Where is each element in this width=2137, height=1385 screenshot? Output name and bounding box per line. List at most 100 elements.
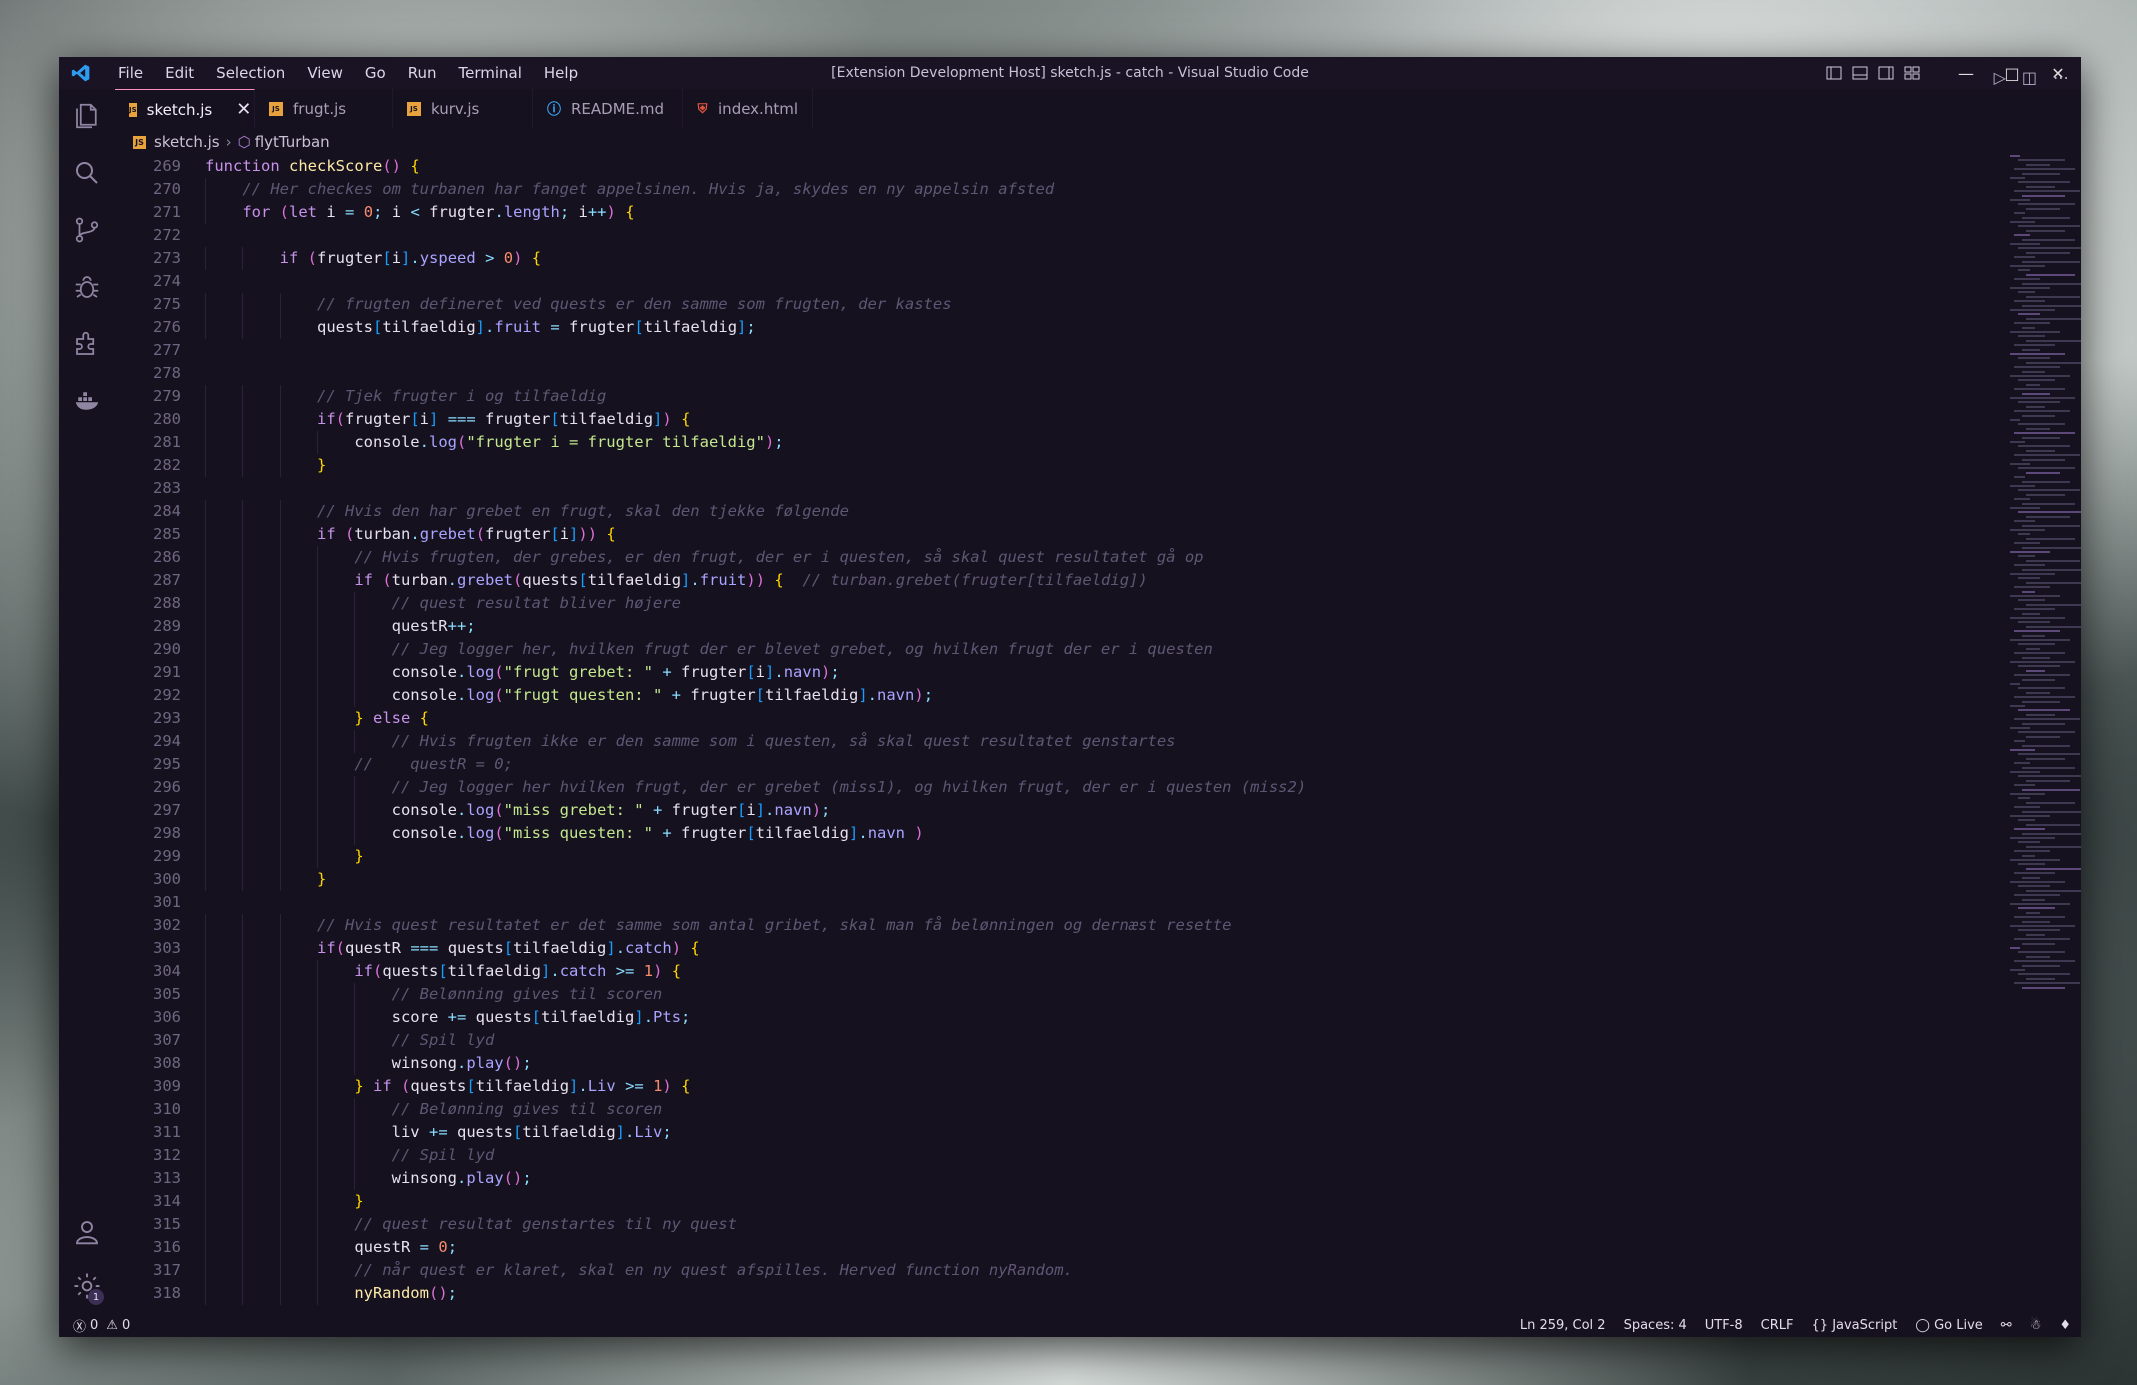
menu-file[interactable]: File: [107, 57, 154, 89]
code-line[interactable]: 310 // Belønning gives til scoren: [115, 1098, 662, 1121]
language-mode[interactable]: {} JavaScript: [1812, 1318, 1898, 1333]
indent-guide: [279, 431, 281, 454]
menu-help[interactable]: Help: [533, 57, 589, 89]
menu-view[interactable]: View: [296, 57, 354, 89]
go-live-button[interactable]: ◯ Go Live: [1915, 1318, 1982, 1333]
accounts-icon[interactable]: [59, 1205, 115, 1259]
code-line[interactable]: 305 // Belønning gives til scoren: [115, 983, 662, 1006]
code-line[interactable]: 297 console.log("miss grebet: " + frugte…: [115, 799, 830, 822]
split-editor-icon[interactable]: ◫: [2022, 68, 2037, 87]
code-line[interactable]: 304 if(quests[tilfaeldig].catch >= 1) {: [115, 960, 681, 983]
toggle-secondary-sidebar-icon[interactable]: [1873, 57, 1899, 89]
customize-layout-icon[interactable]: [1899, 57, 1925, 89]
code-line[interactable]: 296 // Jeg logger her hvilken frugt, der…: [115, 776, 1306, 799]
code-line[interactable]: 274: [115, 270, 205, 293]
code-line[interactable]: 311 liv += quests[tilfaeldig].Liv;: [115, 1121, 672, 1144]
minimap[interactable]: [2010, 155, 2081, 1035]
menu-selection[interactable]: Selection: [205, 57, 296, 89]
cursor-position[interactable]: Ln 259, Col 2: [1520, 1318, 1606, 1333]
code-line[interactable]: 303 if(questR === quests[tilfaeldig].cat…: [115, 937, 700, 960]
docker-icon[interactable]: [59, 374, 115, 428]
code-line[interactable]: 280 if(frugter[i] === frugter[tilfaeldig…: [115, 408, 690, 431]
tab-frugt-js[interactable]: JS frugt.js: [255, 89, 393, 129]
breadcrumb-symbol[interactable]: flytTurban: [255, 133, 330, 151]
code-line[interactable]: 275 // frugten defineret ved quests er d…: [115, 293, 952, 316]
code-line[interactable]: 302 // Hvis quest resultatet er det samm…: [115, 914, 1232, 937]
code-line[interactable]: 291 console.log("frugt grebet: " + frugt…: [115, 661, 840, 684]
code-line[interactable]: 315 // quest resultat genstartes til ny …: [115, 1213, 737, 1236]
problems-indicator[interactable]: Ⓧ 0 ⚠ 0: [59, 1316, 130, 1335]
menu-terminal[interactable]: Terminal: [448, 57, 533, 89]
code-line[interactable]: 277: [115, 339, 205, 362]
breadcrumb-file[interactable]: sketch.js: [154, 133, 220, 151]
code-editor[interactable]: 269 function checkScore() {270 // Her che…: [115, 155, 2010, 1313]
indent-guide: [242, 247, 244, 270]
code-line[interactable]: 308 winsong.play();: [115, 1052, 532, 1075]
menu-run[interactable]: Run: [397, 57, 448, 89]
code-line[interactable]: 295 // questR = 0;: [115, 753, 513, 776]
minimap-line: [2026, 933, 2045, 936]
code-line[interactable]: 270 // Her checkes om turbanen har fange…: [115, 178, 1054, 201]
code-line[interactable]: 309 } if (quests[tilfaeldig].Liv >= 1) {: [115, 1075, 690, 1098]
code-line[interactable]: 298 console.log("miss questen: " + frugt…: [115, 822, 924, 845]
code-line[interactable]: 273 if (frugter[i].yspeed > 0) {: [115, 247, 541, 270]
code-line[interactable]: 285 if (turban.grebet(frugter[i])) {: [115, 523, 616, 546]
code-line[interactable]: 318 nyRandom();: [115, 1282, 457, 1305]
code-line[interactable]: 286 // Hvis frugten, der grebes, er den …: [115, 546, 1204, 569]
code-line[interactable]: 293 } else {: [115, 707, 429, 730]
code-line[interactable]: 316 questR = 0;: [115, 1236, 457, 1259]
code-line[interactable]: 284 // Hvis den har grebet en frugt, ska…: [115, 500, 849, 523]
code-line[interactable]: 281 console.log("frugter i = frugter til…: [115, 431, 784, 454]
copilot-icon[interactable]: ⚯: [2001, 1318, 2012, 1333]
code-line[interactable]: 283: [115, 477, 205, 500]
toggle-panel-icon[interactable]: [1847, 57, 1873, 89]
indentation[interactable]: Spaces: 4: [1624, 1318, 1687, 1333]
code-line[interactable]: 292 console.log("frugt questen: " + frug…: [115, 684, 933, 707]
code-line[interactable]: 306 score += quests[tilfaeldig].Pts;: [115, 1006, 690, 1029]
settings-gear-icon[interactable]: 1: [59, 1259, 115, 1313]
source-control-icon[interactable]: [59, 203, 115, 257]
code-line[interactable]: 294 // Hvis frugten ikke er den samme so…: [115, 730, 1176, 753]
tab-index-html[interactable]: ⛨ index.html: [683, 89, 813, 129]
code-line[interactable]: 288 // quest resultat bliver højere: [115, 592, 681, 615]
code-line[interactable]: 299 }: [115, 845, 364, 868]
code-line[interactable]: 278: [115, 362, 205, 385]
toggle-primary-sidebar-icon[interactable]: [1821, 57, 1847, 89]
code-line[interactable]: 301: [115, 891, 205, 914]
code-line[interactable]: 269 function checkScore() {: [115, 155, 420, 178]
minimize-icon[interactable]: —: [1943, 57, 1989, 89]
close-tab-icon[interactable]: ✕: [236, 99, 251, 120]
menu-edit[interactable]: Edit: [154, 57, 205, 89]
code-line[interactable]: 300 }: [115, 868, 326, 891]
code-line[interactable]: 287 if (turban.grebet(quests[tilfaeldig]…: [115, 569, 1148, 592]
code-line[interactable]: 271 for (let i = 0; i < frugter.length; …: [115, 201, 635, 224]
tab-readme-md[interactable]: ⓘ README.md: [533, 89, 683, 129]
extensions-icon[interactable]: [59, 317, 115, 371]
debug-icon[interactable]: [59, 260, 115, 314]
explorer-files-icon[interactable]: [59, 89, 115, 143]
indent-guide: [279, 684, 281, 707]
code-line[interactable]: 279 // Tjek frugter i og tilfaeldig: [115, 385, 606, 408]
code-line[interactable]: 282 }: [115, 454, 326, 477]
code-line[interactable]: 276 quests[tilfaeldig].fruit = frugter[t…: [115, 316, 756, 339]
encoding[interactable]: UTF-8: [1705, 1318, 1743, 1333]
tab-kurv-js[interactable]: JS kurv.js: [393, 89, 533, 129]
feedback-icon[interactable]: ☃: [2030, 1318, 2042, 1333]
code-line[interactable]: 289 questR++;: [115, 615, 476, 638]
tab-sketch-js[interactable]: JS sketch.js ✕: [115, 89, 255, 129]
notifications-bell-icon[interactable]: ♦: [2059, 1318, 2071, 1333]
end-of-line[interactable]: CRLF: [1761, 1318, 1794, 1333]
run-code-icon[interactable]: ▷: [1994, 68, 2006, 87]
code-line[interactable]: 307 // Spil lyd: [115, 1029, 494, 1052]
minimap-line: [2018, 401, 2060, 404]
code-line[interactable]: 272: [115, 224, 205, 247]
more-actions-icon[interactable]: ⋯: [2053, 68, 2069, 87]
code-line[interactable]: 314 }: [115, 1190, 364, 1213]
code-text: // quest resultat genstartes til ny ques…: [354, 1215, 737, 1233]
indent-guide: [316, 1098, 318, 1121]
menu-go[interactable]: Go: [354, 57, 397, 89]
code-line[interactable]: 317 // når quest er klaret, skal en ny q…: [115, 1259, 1073, 1282]
search-icon[interactable]: [59, 146, 115, 200]
code-line[interactable]: 312 // Spil lyd: [115, 1144, 494, 1167]
code-line[interactable]: 313 winsong.play();: [115, 1167, 532, 1190]
